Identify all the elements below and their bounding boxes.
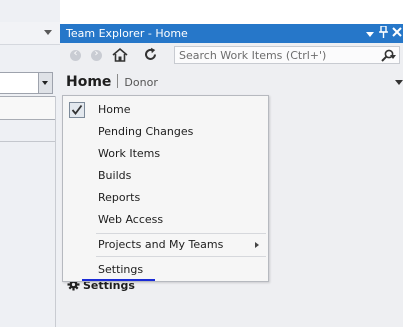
home-icon[interactable] [112, 47, 128, 66]
pin-icon[interactable] [379, 25, 388, 41]
checkmark-icon [69, 102, 85, 118]
menu-item-label: Projects and My Teams [98, 238, 224, 251]
team-explorer-toolbar: ‹ › Search Work Items (Ctrl+') [60, 43, 403, 67]
menu-item-label: Work Items [98, 147, 161, 160]
left-editor-pane [0, 0, 60, 327]
left-pane-strip [0, 96, 56, 120]
refresh-icon[interactable] [143, 47, 158, 65]
menu-item-label: Reports [98, 191, 141, 204]
menu-item-label: Settings [98, 263, 144, 276]
page-title: Home [66, 74, 112, 90]
menu-item-label: Builds [98, 169, 132, 182]
menu-item-home[interactable]: Home [64, 99, 267, 121]
submenu-arrow-icon [255, 242, 259, 248]
settings-highlight-underline [82, 279, 155, 281]
search-options-dropdown-icon[interactable] [390, 55, 396, 59]
page-header[interactable]: Home Donor [66, 74, 158, 90]
navigation-dropdown-menu: Home Pending Changes Work Items Builds R… [62, 95, 269, 282]
search-work-items-input[interactable]: Search Work Items (Ctrl+') [174, 46, 400, 64]
menu-item-label: Web Access [98, 213, 164, 226]
menu-item-reports[interactable]: Reports [64, 187, 267, 209]
menu-item-label: Home [98, 103, 131, 116]
menu-item-work-items[interactable]: Work Items [64, 143, 267, 165]
menu-item-builds[interactable]: Builds [64, 165, 267, 187]
page-menu-dropdown-icon[interactable] [395, 80, 403, 85]
team-explorer-title-bar[interactable]: Team Explorer - Home [60, 24, 403, 43]
team-project-name: Donor [124, 76, 158, 89]
search-placeholder: Search Work Items (Ctrl+') [179, 49, 327, 62]
left-pane-divider [0, 141, 55, 142]
back-icon[interactable]: ‹ [70, 48, 81, 61]
menu-item-settings[interactable]: Settings [64, 259, 267, 281]
close-icon[interactable] [392, 26, 402, 40]
team-explorer-title: Team Explorer - Home [66, 27, 188, 40]
menu-item-pending-changes[interactable]: Pending Changes [64, 121, 267, 143]
menu-item-label: Pending Changes [98, 125, 194, 138]
menu-separator [96, 256, 266, 257]
forward-icon[interactable]: › [91, 48, 102, 61]
dropdown-icon[interactable] [366, 32, 374, 37]
menu-item-projects-and-my-teams[interactable]: Projects and My Teams [64, 234, 267, 256]
left-pane-dropdown-icon[interactable] [44, 30, 52, 35]
header-divider [117, 74, 119, 88]
left-pane-border [55, 96, 56, 327]
menu-item-web-access[interactable]: Web Access [64, 209, 267, 231]
left-pane-combo-button[interactable] [38, 73, 52, 93]
